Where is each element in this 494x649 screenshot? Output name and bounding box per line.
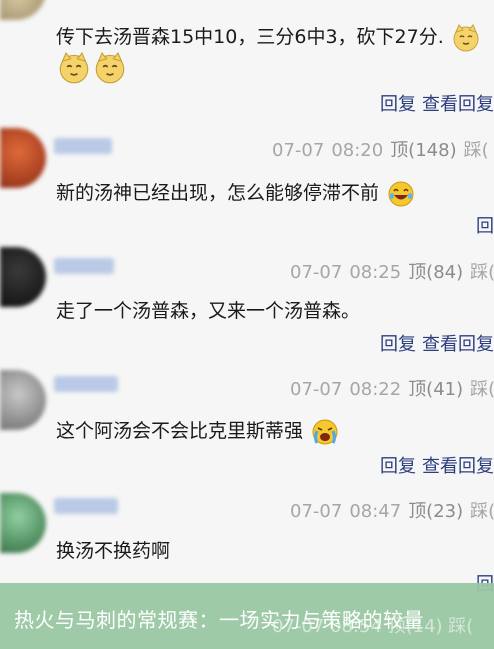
avatar[interactable] (0, 0, 46, 20)
like-button[interactable]: 顶(23) (408, 501, 463, 522)
username[interactable] (54, 376, 118, 392)
reply-link[interactable]: 回复 (380, 456, 416, 477)
avatar[interactable] (0, 493, 46, 553)
comment-text: 新的汤神已经出现，怎么能够停滞不前 (56, 178, 415, 208)
comment-text-content: 走了一个汤普森，又来一个汤普森。 (56, 300, 361, 322)
comment-text: 这个阿汤会不会比克里斯蒂强 (56, 416, 339, 446)
comment-text-content: 换汤不换药啊 (56, 540, 171, 562)
reply-link[interactable]: 回复 (380, 334, 416, 355)
comment-text-content: 这个阿汤会不会比克里斯蒂强 (56, 420, 304, 442)
avatar[interactable] (0, 370, 46, 430)
cat-face-icon (59, 52, 89, 84)
comment-date: 07-07 (272, 140, 325, 161)
comment-text-content: 传下去汤晋森15中10，三分6中3，砍下27分. (56, 26, 444, 48)
view-replies-link[interactable]: 查看回复 (422, 334, 494, 355)
like-button[interactable]: 顶(148) (390, 140, 456, 161)
comment-time: 08:20 (331, 140, 384, 161)
comment-date: 07-07 (290, 379, 343, 400)
crying-face-icon (312, 419, 338, 444)
comment-date: 07-07 (290, 262, 343, 283)
comment-text: 走了一个汤普森，又来一个汤普森。 (56, 296, 360, 323)
cat-face-icon (95, 52, 125, 84)
like-button[interactable]: 顶(41) (408, 379, 463, 400)
comment-actions: 回 (470, 212, 494, 238)
dislike-button[interactable]: 踩( (470, 379, 494, 400)
reply-link[interactable]: 回复 (380, 94, 416, 115)
comment-actions: 回复 查看回复 (374, 330, 494, 356)
comment-actions: 回复 查看回复 (374, 452, 494, 478)
comment-meta: 07-07 08:22 顶(41) 踩( (290, 375, 494, 401)
comment-meta: 07-07 08:25 顶(84) 踩( (290, 258, 494, 284)
username[interactable] (54, 498, 118, 514)
avatar[interactable] (0, 128, 46, 188)
like-button[interactable]: 顶(84) (408, 262, 463, 283)
comment-text-content: 新的汤神已经出现，怎么能够停滞不前 (56, 182, 380, 204)
article-title[interactable]: 热火与马刺的常规赛：一场实力与策略的较量 (14, 604, 424, 633)
avatar[interactable] (0, 247, 46, 307)
username[interactable] (54, 138, 112, 154)
comment-text: 传下去汤晋森15中10，三分6中3，砍下27分. (56, 22, 480, 52)
comment-time: 08:22 (349, 379, 402, 400)
view-replies-link[interactable]: 查看回复 (422, 94, 494, 115)
username[interactable] (54, 258, 114, 274)
comment-date: 07-07 (290, 501, 343, 522)
cat-face-icon (453, 23, 479, 51)
dislike-button[interactable]: 踩( (470, 262, 494, 283)
laughing-tears-icon (388, 181, 414, 206)
comment-meta: 07-07 08:20 顶(148) 踩( (272, 136, 489, 162)
dislike-button[interactable]: 踩( (470, 501, 494, 522)
comment-meta: 07-07 08:47 顶(23) 踩( (290, 497, 494, 523)
reply-link[interactable]: 回 (476, 216, 494, 237)
comment-text: 换汤不换药啊 (56, 536, 170, 563)
view-replies-link[interactable]: 查看回复 (422, 456, 494, 477)
dislike-button[interactable]: 踩( (464, 140, 489, 161)
comment-actions: 回复 查看回复 (374, 90, 494, 116)
comment-time: 08:25 (349, 262, 402, 283)
comment-time: 08:47 (349, 501, 402, 522)
